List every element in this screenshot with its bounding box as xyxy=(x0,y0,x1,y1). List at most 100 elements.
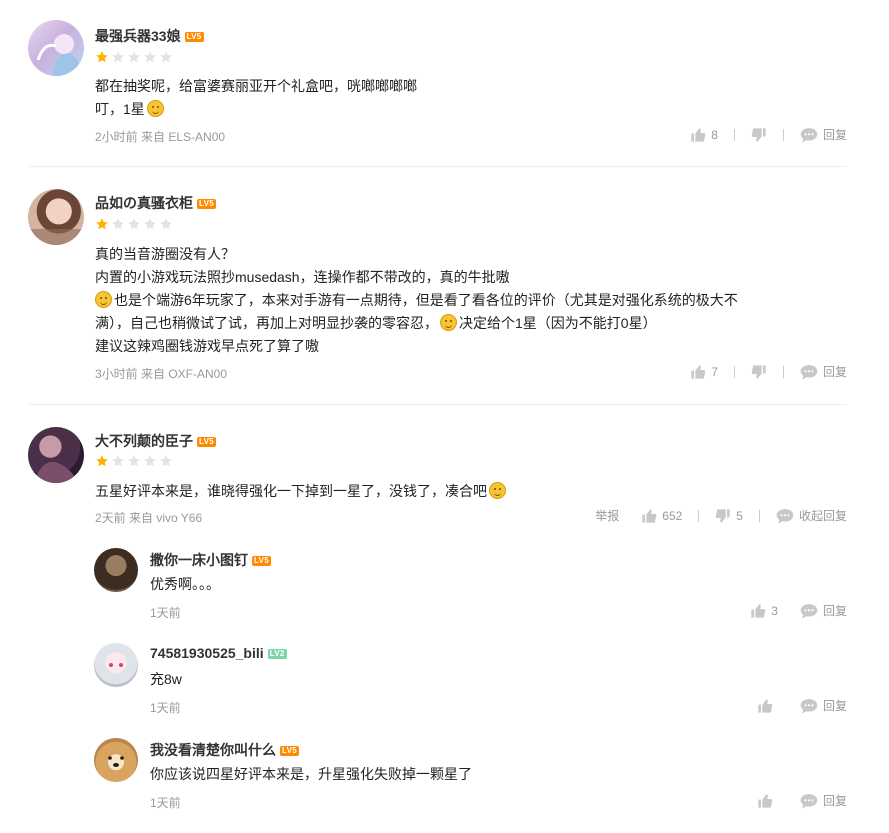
grin-emoji-icon xyxy=(489,482,506,499)
report-button[interactable]: 举报 xyxy=(595,507,619,524)
reply-button[interactable]: 回复 xyxy=(800,602,847,619)
comment-line: 内置的小游戏玩法照抄musedash，连操作都不带改的，真的牛批嗷 xyxy=(95,269,510,285)
report-label: 举报 xyxy=(595,509,620,523)
star-empty-icon xyxy=(112,455,124,467)
reply-actions: 回复 xyxy=(757,697,847,714)
like-button[interactable]: 7 xyxy=(690,364,718,380)
star-empty-icon xyxy=(144,218,156,230)
level-badge: LV5 xyxy=(252,556,271,567)
username[interactable]: 撒你一床小图钉 LV5 xyxy=(150,550,271,570)
dislike-count: 5 xyxy=(736,508,743,523)
avatar[interactable] xyxy=(94,643,138,687)
reply-button[interactable]: 回复 xyxy=(800,697,847,714)
thumbs-up-icon xyxy=(691,364,706,379)
collapse-replies-button[interactable]: 收起回复 xyxy=(776,507,847,524)
reply-label: 回复 xyxy=(822,699,847,713)
star-filled-icon xyxy=(96,51,108,63)
grimace-emoji-icon xyxy=(146,100,164,117)
reply-text: 充8w xyxy=(150,671,182,687)
comment-bubble-icon xyxy=(800,698,818,714)
separator xyxy=(733,128,735,141)
reply-label: 回复 xyxy=(822,604,847,618)
separator xyxy=(782,128,784,141)
reply-label: 回复 xyxy=(822,365,847,379)
avatar[interactable] xyxy=(28,20,84,76)
comment-text: 五星好评本来是，谁晓得强化一下掉到一星了，没钱了，凑合吧 xyxy=(95,480,815,503)
username[interactable]: 最强兵器33娘 LV5 xyxy=(95,26,204,46)
reply-actions: 回复 xyxy=(757,792,847,809)
comment-line: 真的当音游圈没有人？ xyxy=(95,246,235,262)
username-text: 大不列颠的臣子 xyxy=(95,433,193,449)
username[interactable]: 品如の真骚衣柜 LV5 xyxy=(95,193,216,213)
dislike-button[interactable] xyxy=(751,127,767,143)
reply-button[interactable]: 回复 xyxy=(800,126,847,143)
like-button[interactable] xyxy=(757,698,778,714)
separator xyxy=(782,365,784,378)
star-empty-icon xyxy=(128,218,140,230)
reply-card: 撒你一床小图钉 LV5 优秀啊。。。 1天前 3 回复 xyxy=(0,545,889,635)
star-empty-icon xyxy=(128,455,140,467)
dislike-button[interactable] xyxy=(751,364,767,380)
star-empty-icon xyxy=(128,51,140,63)
thumbs-up-icon xyxy=(758,793,773,808)
like-count: 652 xyxy=(662,508,683,523)
like-count: 7 xyxy=(711,364,718,379)
like-button[interactable] xyxy=(757,793,778,809)
username[interactable]: 大不列颠的臣子 LV5 xyxy=(95,431,216,451)
comment-line: 叮，1星 xyxy=(95,98,815,121)
comment-actions: 7 回复 xyxy=(690,363,847,380)
reply-card: 74581930525_bili LV2 充8w 1天前 回复 xyxy=(0,640,889,730)
comment-meta: 2小时前 来自 ELS-AN00 xyxy=(95,130,226,144)
comment-card: 最强兵器33娘 LV5 都在抽奖呢，给富婆赛丽亚开个礼盒吧，咣啷啷啷啷 叮，1星 … xyxy=(0,0,889,166)
dislike-button[interactable]: 5 xyxy=(715,508,743,524)
like-button[interactable]: 3 xyxy=(750,603,778,619)
separator xyxy=(733,365,735,378)
reply-text: 优秀啊。。。 xyxy=(150,576,220,592)
comment-line: 建议这辣鸡圈钱游戏早点死了算了嗷 xyxy=(95,338,319,354)
avatar[interactable] xyxy=(28,189,84,245)
comment-card: 品如の真骚衣柜 LV5 真的当音游圈没有人？ 内置的小游戏玩法照抄musedash… xyxy=(0,167,889,403)
reply-label: 回复 xyxy=(822,794,847,808)
grin-emoji-icon xyxy=(95,291,112,308)
username-text: 最强兵器33娘 xyxy=(95,28,181,44)
username-text: 撒你一床小图钉 xyxy=(150,552,248,568)
comment-text: 真的当音游圈没有人？ 内置的小游戏玩法照抄musedash，连操作都不带改的，真… xyxy=(95,243,815,358)
comment-bubble-icon xyxy=(800,793,818,809)
avatar[interactable] xyxy=(94,738,138,782)
grin-emoji-icon xyxy=(440,314,457,331)
avatar[interactable] xyxy=(28,427,84,483)
comment-line: 满），自己也稍微试了试，再加上对明显抄袭的零容忍， 决定给个1星（因为不能打0星） xyxy=(95,314,657,331)
reply-text: 你应该说四星好评本来是，升星强化失败掉一颗星了 xyxy=(150,766,472,782)
level-badge: LV2 xyxy=(267,649,287,660)
reply-card: 我没看清楚你叫什么 LV5 你应该说四星好评本来是，升星强化失败掉一颗星了 1天前… xyxy=(0,735,889,833)
star-empty-icon xyxy=(144,51,156,63)
level-badge: LV5 xyxy=(197,437,216,448)
star-rating xyxy=(95,454,173,468)
username[interactable]: 74581930525_bili LV2 xyxy=(150,645,287,661)
avatar[interactable] xyxy=(94,548,138,592)
level-badge: LV5 xyxy=(197,199,216,210)
reply-button[interactable]: 回复 xyxy=(800,363,847,380)
like-count: 3 xyxy=(771,603,778,618)
star-rating xyxy=(95,50,173,64)
star-empty-icon xyxy=(160,218,172,230)
avatar-illustration xyxy=(36,34,81,76)
level-badge: LV5 xyxy=(280,746,299,757)
thumbs-up-icon xyxy=(758,698,773,713)
avatar-illustration xyxy=(34,461,78,483)
comment-bubble-icon xyxy=(800,364,818,380)
reply-label: 回复 xyxy=(822,128,847,142)
comment-meta: 2天前 来自 vivo Y66 xyxy=(95,511,203,525)
username[interactable]: 我没看清楚你叫什么 LV5 xyxy=(150,740,299,760)
comment-text: 都在抽奖呢，给富婆赛丽亚开个礼盒吧，咣啷啷啷啷 叮，1星 xyxy=(95,75,815,121)
like-count: 8 xyxy=(711,127,718,142)
reply-button[interactable]: 回复 xyxy=(800,792,847,809)
thumbs-up-icon xyxy=(751,603,766,618)
avatar-illustration xyxy=(28,229,84,245)
reply-time: 1天前 xyxy=(150,606,181,620)
like-button[interactable]: 8 xyxy=(690,127,718,143)
like-button[interactable]: 652 xyxy=(641,508,682,524)
thumbs-up-icon xyxy=(642,508,657,523)
comment-bubble-icon xyxy=(776,508,794,524)
star-filled-icon xyxy=(96,218,108,230)
